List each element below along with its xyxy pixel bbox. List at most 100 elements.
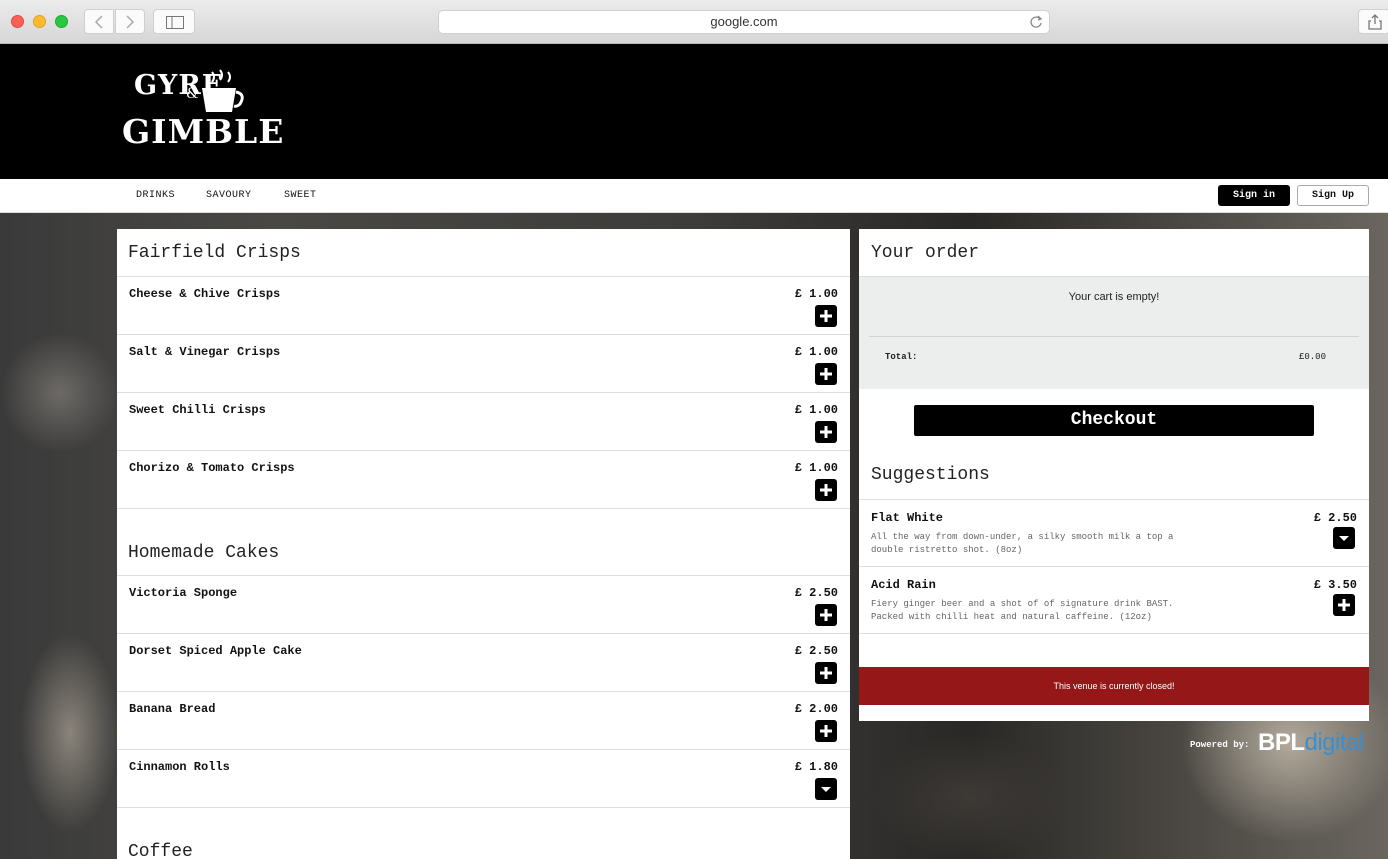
zoom-window-button[interactable]: [55, 15, 68, 28]
suggestions-list: Flat White All the way from down-under, …: [859, 499, 1369, 634]
background-blur: [870, 733, 1070, 859]
item-name: Cinnamon Rolls: [129, 760, 230, 774]
site-header: GYRE & GIMBLE: [0, 44, 1388, 179]
sidebar-icon: [166, 16, 184, 29]
suggestions-title: Suggestions: [871, 465, 990, 485]
item-price: £ 2.00: [794, 702, 838, 716]
item-price: £ 1.00: [794, 287, 838, 301]
add-to-cart-button[interactable]: [815, 604, 837, 626]
nav-savoury[interactable]: SAVOURY: [206, 190, 252, 201]
sign-up-button[interactable]: Sign Up: [1297, 185, 1369, 206]
item-name: Sweet Chilli Crisps: [129, 403, 266, 417]
coffee-cup-icon: [202, 69, 244, 112]
menu-panel: Fairfield Crisps Cheese & Chive Crisps £…: [117, 229, 850, 859]
forward-button[interactable]: [115, 9, 145, 34]
add-to-cart-button[interactable]: [1333, 594, 1355, 616]
cart-summary: Your cart is empty! Total: £0.00: [859, 277, 1369, 389]
minimize-window-button[interactable]: [33, 15, 46, 28]
suggestion-item: Acid Rain Fiery ginger beer and a shot o…: [859, 567, 1369, 634]
suggestion-name: Flat White: [871, 511, 944, 525]
section-title: Fairfield Crisps: [117, 229, 850, 277]
item-price: £ 2.50: [794, 644, 838, 658]
expand-options-button[interactable]: [815, 778, 837, 800]
site-logo[interactable]: GYRE & GIMBLE: [120, 66, 283, 158]
suggestion-description: All the way from down-under, a silky smo…: [871, 532, 1174, 555]
nav-drinks[interactable]: DRINKS: [136, 190, 175, 201]
suggestion-price: £ 3.50: [1313, 578, 1357, 592]
suggestion-description: Fiery ginger beer and a shot of of signa…: [871, 599, 1174, 622]
menu-item: Dorset Spiced Apple Cake £ 2.50: [117, 634, 850, 692]
plus-icon: [1338, 599, 1350, 611]
order-title: Your order: [859, 229, 1369, 277]
cart-empty-message: Your cart is empty!: [1068, 291, 1160, 303]
category-navbar: DRINKS SAVOURY SWEET Sign in Sign Up: [0, 179, 1388, 213]
item-price: £ 1.00: [794, 345, 838, 359]
back-button[interactable]: [84, 9, 114, 34]
plus-icon: [820, 725, 832, 737]
browser-toolbar: google.com: [0, 0, 1388, 44]
section-title: Coffee: [128, 842, 193, 859]
venue-closed-banner: This venue is currently closed!: [859, 667, 1369, 705]
suggestion-name: Acid Rain: [871, 578, 936, 592]
plus-icon: [820, 609, 832, 621]
add-to-cart-button[interactable]: [815, 363, 837, 385]
divider: [869, 336, 1359, 337]
background-blur: [0, 333, 120, 453]
item-name: Dorset Spiced Apple Cake: [129, 644, 302, 658]
add-to-cart-button[interactable]: [815, 479, 837, 501]
item-price: £ 2.50: [794, 586, 838, 600]
add-to-cart-button[interactable]: [815, 662, 837, 684]
caret-down-icon: [1339, 536, 1349, 541]
sidebar-toggle-button[interactable]: [153, 9, 195, 34]
url-text: google.com: [710, 14, 778, 29]
plus-icon: [820, 667, 832, 679]
item-name: Victoria Sponge: [129, 586, 238, 600]
background-blur: [20, 633, 120, 833]
item-name: Cheese & Chive Crisps: [129, 287, 281, 301]
suggestion-item: Flat White All the way from down-under, …: [859, 500, 1369, 567]
nav-sweet[interactable]: SWEET: [284, 190, 317, 201]
address-bar[interactable]: google.com: [438, 10, 1050, 34]
item-price: £ 1.00: [794, 461, 838, 475]
section-title: Homemade Cakes: [117, 541, 850, 576]
item-price: £ 1.80: [794, 760, 838, 774]
checkout-button[interactable]: Checkout: [914, 405, 1314, 436]
close-window-button[interactable]: [11, 15, 24, 28]
add-to-cart-button[interactable]: [815, 305, 837, 327]
menu-item: Banana Bread £ 2.00: [117, 692, 850, 750]
item-name: Banana Bread: [129, 702, 216, 716]
plus-icon: [820, 484, 832, 496]
menu-item: Cheese & Chive Crisps £ 1.00: [117, 277, 850, 335]
powered-by-label: Powered by:: [1190, 740, 1250, 750]
item-name: Chorizo & Tomato Crisps: [129, 461, 295, 475]
menu-item: Cinnamon Rolls £ 1.80: [117, 750, 850, 808]
menu-item: Victoria Sponge £ 2.50: [117, 576, 850, 634]
item-name: Salt & Vinegar Crisps: [129, 345, 281, 359]
plus-icon: [820, 368, 832, 380]
add-to-cart-button[interactable]: [815, 720, 837, 742]
menu-item: Chorizo & Tomato Crisps £ 1.00: [117, 451, 850, 509]
total-value: £0.00: [1298, 352, 1326, 362]
plus-icon: [820, 310, 832, 322]
item-price: £ 1.00: [794, 403, 838, 417]
add-to-cart-button[interactable]: [815, 421, 837, 443]
brand-digital: digital: [1304, 729, 1365, 756]
chevron-left-icon: [94, 15, 103, 29]
share-icon: [1368, 14, 1382, 30]
plus-icon: [820, 426, 832, 438]
menu-item: Sweet Chilli Crisps £ 1.00: [117, 393, 850, 451]
brand-bpl: BPL: [1258, 729, 1305, 756]
share-button[interactable]: [1358, 9, 1388, 34]
logo-amp: &: [186, 86, 199, 102]
sign-in-button[interactable]: Sign in: [1218, 185, 1290, 206]
chevron-right-icon: [126, 15, 135, 29]
bpl-digital-logo[interactable]: BPLdigital: [1258, 729, 1364, 757]
reload-icon[interactable]: [1029, 15, 1043, 29]
suggestion-price: £ 2.50: [1313, 511, 1357, 525]
expand-options-button[interactable]: [1333, 527, 1355, 549]
total-label: Total:: [885, 352, 918, 362]
menu-item: Salt & Vinegar Crisps £ 1.00: [117, 335, 850, 393]
caret-down-icon: [821, 787, 831, 792]
